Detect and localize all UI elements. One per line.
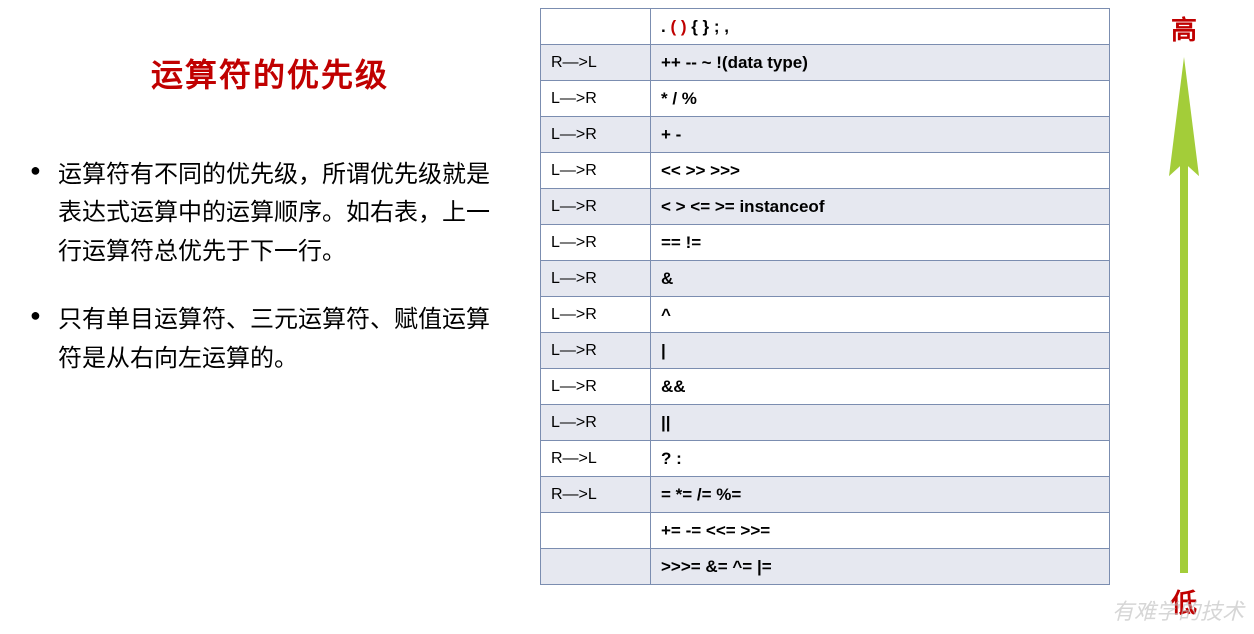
table-row: L—>R&&	[541, 369, 1110, 405]
assoc-cell: L—>R	[541, 297, 651, 333]
assoc-cell: L—>R	[541, 153, 651, 189]
assoc-cell: L—>R	[541, 189, 651, 225]
table-row: L—>R&	[541, 261, 1110, 297]
table-row: L—>R< > <= >= instanceof	[541, 189, 1110, 225]
ops-cell: = *= /= %=	[651, 477, 1110, 513]
ops-cell: &	[651, 261, 1110, 297]
assoc-cell	[541, 9, 651, 45]
ops-cell: &&	[651, 369, 1110, 405]
bullet-item: 只有单目运算符、三元运算符、赋值运算符是从右向左运算的。	[30, 301, 510, 378]
page-title: 运算符的优先级	[30, 50, 510, 96]
assoc-cell: L—>R	[541, 369, 651, 405]
ops-cell: * / %	[651, 81, 1110, 117]
assoc-cell: L—>R	[541, 261, 651, 297]
assoc-cell	[541, 513, 651, 549]
assoc-cell: R—>L	[541, 477, 651, 513]
table-row: R—>L? :	[541, 441, 1110, 477]
watermark: 有难学的技术	[1112, 594, 1244, 626]
bullet-item: 运算符有不同的优先级，所谓优先级就是表达式运算中的运算顺序。如右表，上一行运算符…	[30, 156, 510, 271]
ops-cell: ^	[651, 297, 1110, 333]
assoc-cell: L—>R	[541, 117, 651, 153]
precedence-table-container: . ( ) { } ; ,R—>L++ -- ~ !(data type)L—>…	[540, 8, 1110, 585]
ops-cell: |	[651, 333, 1110, 369]
assoc-cell: R—>L	[541, 441, 651, 477]
assoc-cell: L—>R	[541, 225, 651, 261]
assoc-cell: R—>L	[541, 45, 651, 81]
table-row: += -= <<= >>=	[541, 513, 1110, 549]
arrow-up-icon	[1164, 57, 1204, 573]
ops-cell: . ( ) { } ; ,	[651, 9, 1110, 45]
assoc-cell	[541, 549, 651, 585]
assoc-cell: L—>R	[541, 405, 651, 441]
ops-cell: < > <= >= instanceof	[651, 189, 1110, 225]
table-row: >>>= &= ^= |=	[541, 549, 1110, 585]
ops-cell: >>>= &= ^= |=	[651, 549, 1110, 585]
left-panel: 运算符的优先级 运算符有不同的优先级，所谓优先级就是表达式运算中的运算顺序。如右…	[30, 50, 510, 408]
ops-cell: ||	[651, 405, 1110, 441]
ops-cell: ? :	[651, 441, 1110, 477]
assoc-cell: L—>R	[541, 81, 651, 117]
priority-arrow: 高 低	[1134, 10, 1234, 620]
ops-cell: << >> >>>	[651, 153, 1110, 189]
precedence-table: . ( ) { } ; ,R—>L++ -- ~ !(data type)L—>…	[540, 8, 1110, 585]
ops-cell: ++ -- ~ !(data type)	[651, 45, 1110, 81]
table-row: L—>R+ -	[541, 117, 1110, 153]
table-row: L—>R== !=	[541, 225, 1110, 261]
ops-cell: == !=	[651, 225, 1110, 261]
table-row: R—>L++ -- ~ !(data type)	[541, 45, 1110, 81]
assoc-cell: L—>R	[541, 333, 651, 369]
table-row: L—>R* / %	[541, 81, 1110, 117]
ops-cell: + -	[651, 117, 1110, 153]
table-row: L—>R<< >> >>>	[541, 153, 1110, 189]
table-row: R—>L= *= /= %=	[541, 477, 1110, 513]
bullet-list: 运算符有不同的优先级，所谓优先级就是表达式运算中的运算顺序。如右表，上一行运算符…	[30, 156, 510, 378]
table-row: L—>R|	[541, 333, 1110, 369]
table-row: L—>R||	[541, 405, 1110, 441]
ops-cell: += -= <<= >>=	[651, 513, 1110, 549]
table-row: L—>R^	[541, 297, 1110, 333]
label-high: 高	[1171, 10, 1197, 47]
table-row: . ( ) { } ; ,	[541, 9, 1110, 45]
